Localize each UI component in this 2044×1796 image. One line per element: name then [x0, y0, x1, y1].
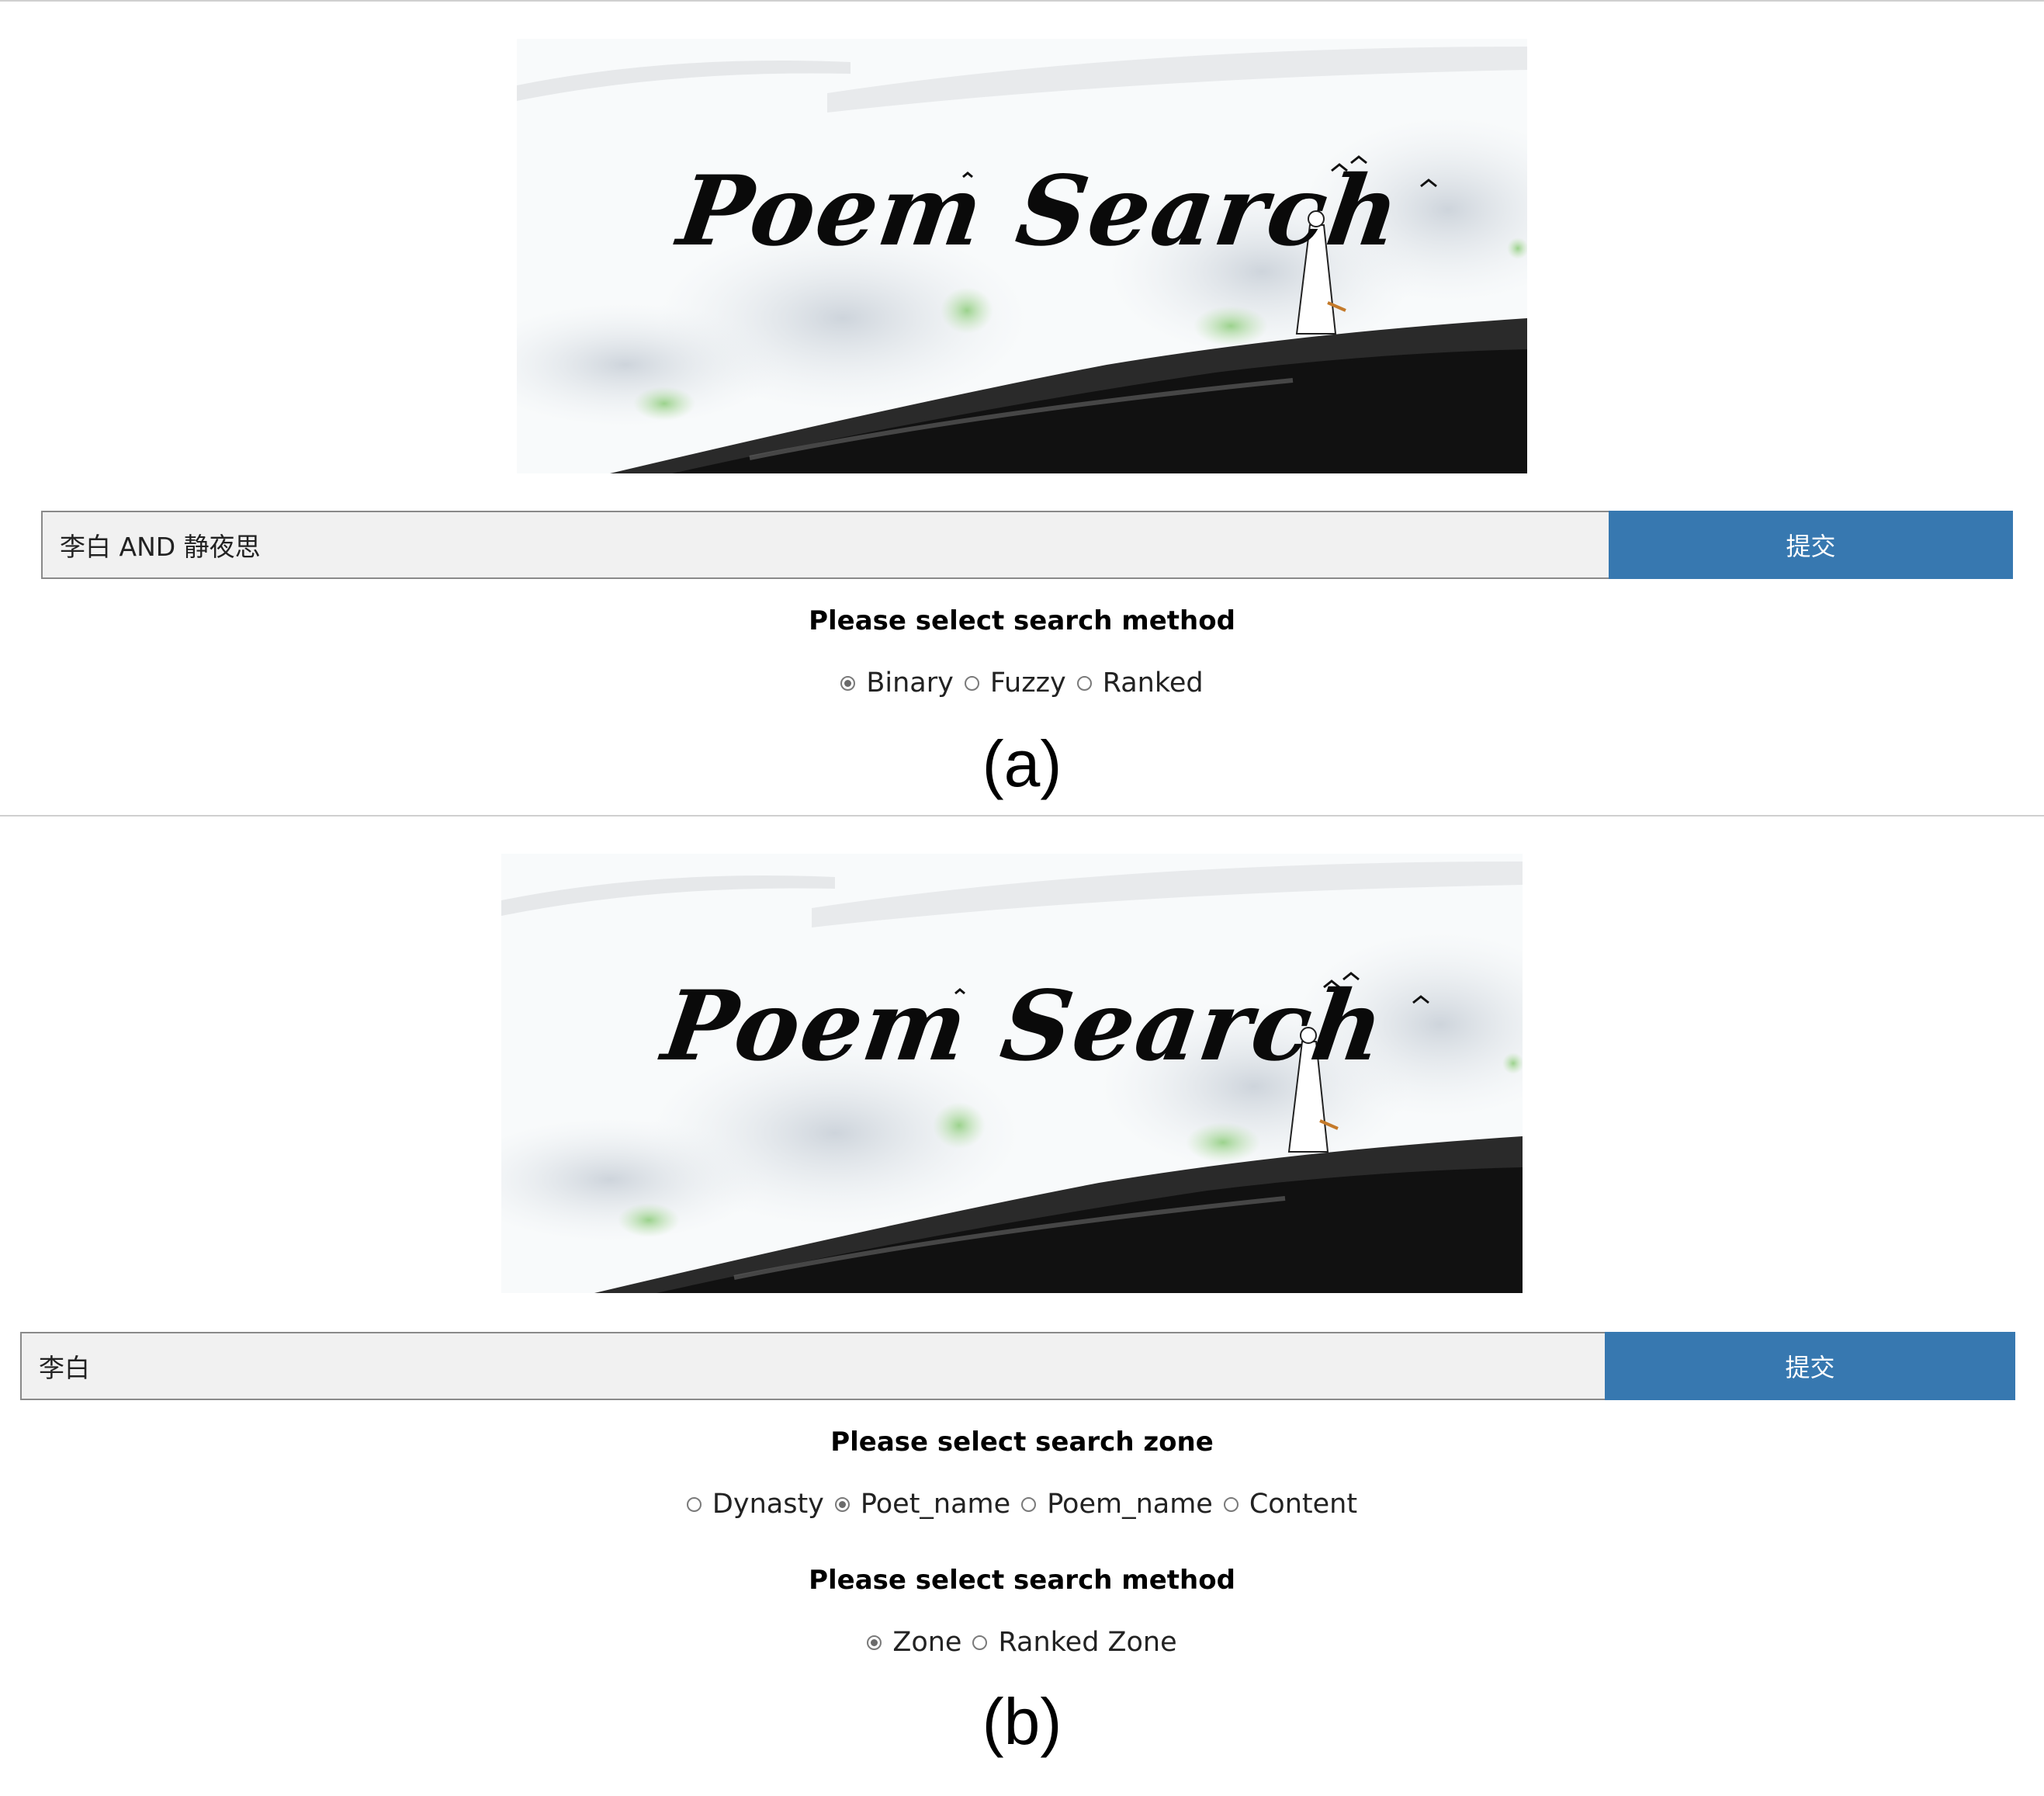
radio-label: Binary — [866, 667, 954, 699]
radio-label: Ranked Zone — [998, 1627, 1177, 1658]
figure-caption-b: (b) — [982, 1685, 1062, 1758]
radio-label: Content — [1249, 1489, 1358, 1520]
banner-image: Poem Search — [501, 854, 1523, 1293]
search-method-options: Zone Ranked Zone — [0, 1627, 2044, 1658]
radio-button[interactable] — [964, 675, 979, 691]
radio-poet-name[interactable]: Poet_name — [834, 1489, 1011, 1520]
search-zone-heading: Please select search zone — [830, 1427, 1214, 1458]
banner-title: Poem Search — [671, 155, 1408, 268]
radio-button[interactable] — [1076, 675, 1092, 691]
radio-ranked[interactable]: Ranked — [1076, 667, 1204, 699]
radio-label: Poet_name — [860, 1489, 1011, 1520]
radio-dynasty[interactable]: Dynasty — [686, 1489, 824, 1520]
radio-button[interactable] — [972, 1635, 988, 1650]
figure-caption-a: (a) — [982, 727, 1062, 800]
search-input[interactable] — [20, 1332, 1605, 1400]
search-method-heading: Please select search method — [809, 605, 1235, 636]
radio-label: Fuzzy — [989, 667, 1066, 699]
radio-button-checked[interactable] — [840, 675, 856, 691]
radio-label: Poem_name — [1047, 1489, 1213, 1520]
panel-a: Poem Search 提交 Please select search meth… — [0, 2, 2044, 815]
search-bar: 提交 — [41, 511, 2013, 579]
radio-fuzzy[interactable]: Fuzzy — [964, 667, 1066, 699]
radio-button[interactable] — [1021, 1496, 1037, 1512]
radio-zone[interactable]: Zone — [867, 1627, 961, 1658]
search-method-options: Binary Fuzzy Ranked — [0, 667, 2044, 699]
banner-image: Poem Search — [517, 39, 1527, 473]
radio-button-checked[interactable] — [834, 1496, 850, 1512]
search-input[interactable] — [41, 511, 1609, 579]
radio-button-checked[interactable] — [867, 1635, 882, 1650]
radio-button[interactable] — [686, 1496, 702, 1512]
radio-button[interactable] — [1223, 1496, 1239, 1512]
submit-button[interactable]: 提交 — [1605, 1332, 2015, 1400]
radio-poem-name[interactable]: Poem_name — [1021, 1489, 1213, 1520]
radio-label: Ranked — [1102, 667, 1204, 699]
banner-title: Poem Search — [656, 970, 1392, 1083]
search-method-heading: Please select search method — [809, 1565, 1235, 1596]
radio-binary[interactable]: Binary — [840, 667, 954, 699]
radio-ranked-zone[interactable]: Ranked Zone — [972, 1627, 1177, 1658]
radio-label: Zone — [892, 1627, 962, 1658]
panel-b: Poem Search 提交 Please select search zone… — [0, 817, 2044, 1796]
search-zone-options: Dynasty Poet_name Poem_name Content — [0, 1489, 2044, 1520]
search-bar: 提交 — [20, 1332, 2015, 1400]
submit-button[interactable]: 提交 — [1609, 511, 2013, 579]
radio-label: Dynasty — [712, 1489, 824, 1520]
radio-content[interactable]: Content — [1223, 1489, 1358, 1520]
